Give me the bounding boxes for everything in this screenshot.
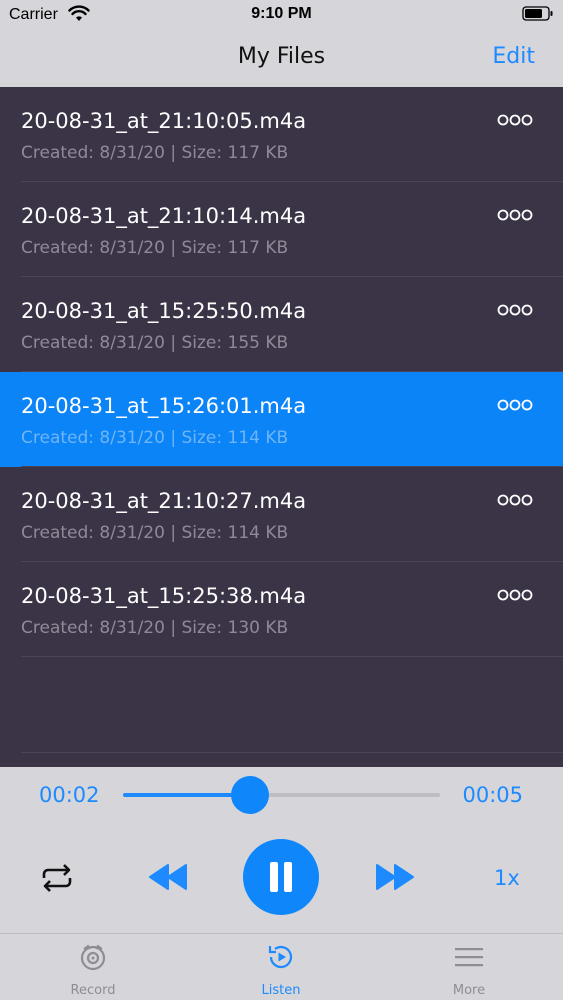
listen-icon bbox=[268, 945, 293, 969]
more-options-icon[interactable] bbox=[497, 303, 533, 317]
battery-icon bbox=[522, 6, 553, 21]
status-bar: Carrier 9:10 PM bbox=[0, 0, 563, 30]
more-options-icon[interactable] bbox=[497, 208, 533, 222]
rewind-icon[interactable] bbox=[148, 863, 188, 891]
more-options-icon[interactable] bbox=[497, 493, 533, 507]
edit-button[interactable]: Edit bbox=[492, 44, 535, 69]
file-meta: Created: 8/31/20 | Size: 114 KB bbox=[21, 523, 289, 543]
tab-bar: Record Listen More bbox=[0, 933, 563, 1000]
file-row[interactable]: 20-08-31_at_21:10:27.m4a Created: 8/31/2… bbox=[0, 467, 563, 562]
audio-player: 00:02 00:05 1x bbox=[0, 767, 563, 933]
file-row[interactable]: 20-08-31_at_15:25:50.m4a Created: 8/31/2… bbox=[0, 277, 563, 372]
file-row[interactable]: 20-08-31_at_15:26:01.m4a Created: 8/31/2… bbox=[0, 372, 563, 467]
tab-label: Listen bbox=[261, 983, 301, 998]
file-row[interactable]: 20-08-31_at_21:10:14.m4a Created: 8/31/2… bbox=[0, 182, 563, 277]
repeat-icon[interactable] bbox=[38, 863, 76, 893]
playback-speed-button[interactable]: 1x bbox=[494, 866, 520, 890]
tab-label: More bbox=[452, 983, 486, 998]
record-icon bbox=[80, 944, 106, 971]
file-name: 20-08-31_at_21:10:14.m4a bbox=[21, 204, 307, 228]
file-row[interactable]: 20-08-31_at_21:10:05.m4a Created: 8/31/2… bbox=[0, 87, 563, 182]
row-divider bbox=[21, 656, 563, 657]
tab-listen[interactable]: Listen bbox=[221, 934, 341, 1000]
file-list[interactable]: 20-08-31_at_21:10:05.m4a Created: 8/31/2… bbox=[0, 87, 563, 767]
file-name: 20-08-31_at_15:25:50.m4a bbox=[21, 299, 307, 323]
nav-bar: My Files Edit bbox=[0, 30, 563, 87]
pause-icon bbox=[284, 862, 292, 892]
menu-icon bbox=[455, 948, 483, 967]
progress-thumb[interactable] bbox=[230, 776, 269, 814]
file-meta: Created: 8/31/20 | Size: 130 KB bbox=[21, 618, 289, 638]
tab-record[interactable]: Record bbox=[33, 934, 153, 1000]
row-divider bbox=[21, 752, 563, 753]
status-time: 9:10 PM bbox=[251, 5, 312, 22]
file-meta: Created: 8/31/20 | Size: 114 KB bbox=[21, 428, 289, 448]
page-title: My Files bbox=[237, 44, 326, 69]
more-options-icon[interactable] bbox=[497, 113, 533, 127]
file-meta: Created: 8/31/20 | Size: 117 KB bbox=[21, 143, 289, 163]
tab-label: Record bbox=[70, 983, 116, 998]
file-row[interactable]: 20-08-31_at_15:25:38.m4a Created: 8/31/2… bbox=[0, 562, 563, 657]
current-time: 00:02 bbox=[39, 783, 100, 807]
tab-more[interactable]: More bbox=[409, 934, 529, 1000]
file-meta: Created: 8/31/20 | Size: 117 KB bbox=[21, 238, 289, 258]
file-name: 20-08-31_at_15:25:38.m4a bbox=[21, 584, 307, 608]
fast-forward-icon[interactable] bbox=[375, 863, 415, 891]
more-options-icon[interactable] bbox=[497, 398, 533, 412]
file-name: 20-08-31_at_15:26:01.m4a bbox=[21, 394, 307, 418]
pause-button[interactable] bbox=[243, 839, 319, 915]
total-time: 00:05 bbox=[462, 783, 523, 807]
progress-slider[interactable] bbox=[123, 776, 440, 814]
file-name: 20-08-31_at_21:10:05.m4a bbox=[21, 109, 307, 133]
file-meta: Created: 8/31/20 | Size: 155 KB bbox=[21, 333, 289, 353]
file-name: 20-08-31_at_21:10:27.m4a bbox=[21, 489, 307, 513]
more-options-icon[interactable] bbox=[497, 588, 533, 602]
pause-icon bbox=[270, 862, 278, 892]
